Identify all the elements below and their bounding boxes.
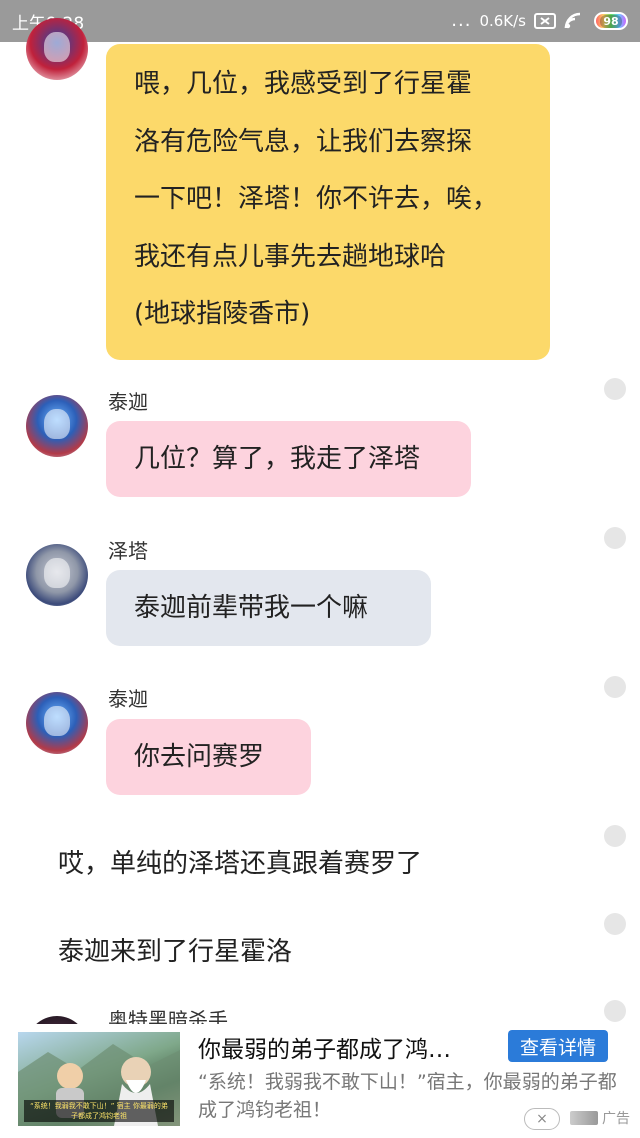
taiga-avatar[interactable] [26, 692, 88, 754]
message-line: 喂，几位，我感受到了行星霍 [134, 69, 473, 99]
speaker-name: 泰迦 [108, 687, 148, 711]
notification-dots: ... [451, 10, 472, 31]
narration-text[interactable]: 哎，单纯的泽塔还真跟着赛罗了 [58, 843, 422, 880]
reply-dot[interactable] [604, 676, 626, 698]
reply-dot[interactable] [604, 1000, 626, 1022]
message-line: (地球指陵香市) [134, 299, 311, 329]
ad-label: 广告 [570, 1108, 630, 1128]
ultraman-avatar[interactable] [26, 18, 88, 80]
speaker-name: 泽塔 [108, 539, 148, 563]
ad-image[interactable]: “系统！我弱我不敢下山！” 宿主 你最弱的弟子都成了鸿钧老祖 [18, 1032, 180, 1126]
narration-text[interactable]: 泰迦来到了行星霍洛 [58, 931, 292, 968]
ad-banner[interactable]: “系统！我弱我不敢下山！” 宿主 你最弱的弟子都成了鸿钧老祖 你最弱的弟子都成了… [0, 1024, 640, 1138]
status-bar: 上午9:28 ... 0.6K/s 98 [0, 0, 640, 42]
message-line: 我还有点儿事先去趟地球哈 [134, 241, 447, 272]
reply-dot[interactable] [604, 825, 626, 847]
taiga-avatar[interactable] [26, 395, 88, 457]
ad-title[interactable]: 你最弱的弟子都成了鸿… [198, 1030, 498, 1064]
message-line: 洛有危险气息，让我们去察探 [134, 126, 473, 157]
zeta-avatar[interactable] [26, 544, 88, 606]
network-speed: 0.6K/s [479, 12, 526, 30]
battery-icon: 98 [594, 12, 628, 30]
speaker-name: 泰迦 [108, 390, 148, 414]
ad-image-caption: “系统！我弱我不敢下山！” 宿主 你最弱的弟子都成了鸿钧老祖 [24, 1100, 174, 1122]
close-icon: × [536, 1111, 548, 1127]
message-bubble[interactable]: 你去问赛罗 [106, 719, 311, 795]
ad-description[interactable]: “系统！我弱我不敢下山！”宿主，你最弱的弟子都成了鸿钧老祖！ [198, 1068, 628, 1124]
message-bubble[interactable]: 喂，几位，我感受到了行星霍 洛有危险气息，让我们去察探 一下吧！泽塔！你不许去，… [106, 44, 550, 360]
ad-close-button[interactable]: × [524, 1108, 560, 1130]
reply-dot[interactable] [604, 913, 626, 935]
reply-dot[interactable] [604, 378, 626, 400]
status-right: ... 0.6K/s 98 [451, 12, 628, 30]
message-line: 一下吧！泽塔！你不许去，唉， [134, 184, 499, 214]
sim-off-icon [534, 13, 556, 29]
message-bubble[interactable]: 泰迦前辈带我一个嘛 [106, 570, 431, 646]
ad-network-logo-icon [570, 1111, 598, 1125]
battery-level: 98 [600, 14, 622, 28]
ad-label-text: 广告 [602, 1111, 630, 1127]
reply-dot[interactable] [604, 527, 626, 549]
wifi-icon [564, 12, 581, 29]
message-bubble[interactable]: 几位？算了，我走了泽塔 [106, 421, 471, 497]
view-details-button[interactable]: 查看详情 [508, 1030, 608, 1062]
